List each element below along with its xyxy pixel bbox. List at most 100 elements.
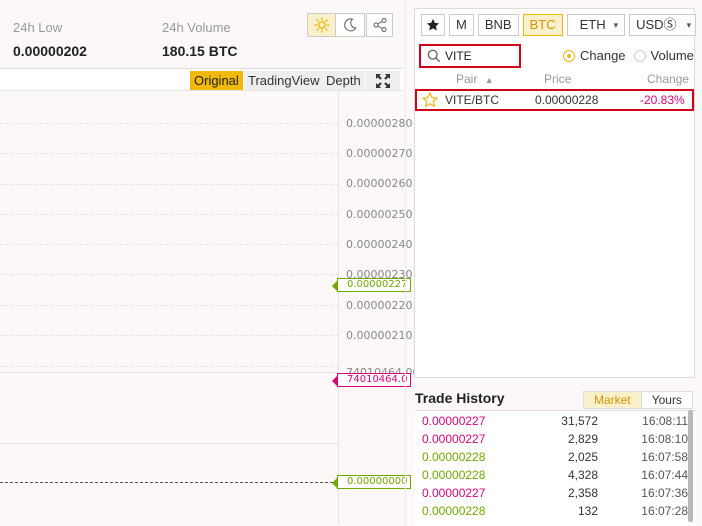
market-row[interactable]: VITE/BTC 0.00000228 -20.83% [415, 89, 694, 111]
trade-amount: 31,572 [561, 414, 598, 428]
trade-time: 16:08:11 [642, 414, 688, 428]
pane-separator [0, 372, 338, 373]
trade-history-tabs: Market Yours [583, 391, 693, 409]
pair-search[interactable] [419, 44, 521, 68]
radio-volume[interactable] [633, 49, 646, 62]
gridline [0, 274, 338, 275]
trade-price: 0.00000228 [422, 504, 486, 518]
trade-price: 0.00000227 [422, 486, 486, 500]
volume-tag: 74010464.0 [331, 373, 412, 387]
table-row[interactable]: 0.00000228 2,025 16:07:58 [415, 447, 696, 465]
gridline [0, 305, 338, 306]
tab-original[interactable]: Original [190, 71, 243, 90]
tab-favorites[interactable] [421, 14, 445, 36]
stat-24h-volume: 24h Volume 180.15 BTC [162, 20, 237, 59]
indicator-tag: 0.00000000 [331, 475, 412, 489]
tab-market-trades[interactable]: Market [583, 391, 642, 409]
stat-24h-low-value: 0.00000202 [13, 43, 87, 59]
tab-depth[interactable]: Depth [322, 71, 365, 90]
trade-amount: 4,328 [567, 468, 598, 482]
stat-24h-volume-label: 24h Volume [162, 20, 231, 35]
gridline [0, 214, 338, 215]
dark-theme-button[interactable] [336, 13, 365, 37]
table-row[interactable]: 0.00000228 132 16:07:28 [415, 501, 696, 519]
table-row[interactable]: 0.00000227 2,829 16:08:10 [415, 429, 696, 447]
radio-change[interactable] [563, 49, 575, 62]
tab-eth-label: ETH [579, 17, 606, 32]
tab-margin[interactable]: M [449, 14, 474, 36]
market-panel: M BNB BTC ETH ▾ USDⓈ ▾ Change Volume [414, 8, 697, 378]
stat-24h-volume-value: 180.15 BTC [162, 43, 238, 59]
tab-usd-label: USDⓈ [636, 17, 677, 32]
trade-amount: 2,025 [567, 450, 598, 464]
y-axis-label: 0.00000250 [346, 208, 413, 221]
table-row[interactable]: 0.00000227 2,358 16:07:36 [415, 483, 696, 501]
sun-icon [313, 17, 330, 33]
indicator-line [0, 482, 338, 483]
market-table-header: Pair ▲ Price Change [415, 72, 694, 88]
search-input[interactable] [445, 49, 507, 63]
gridline [0, 184, 338, 185]
trade-amount: 2,358 [567, 486, 598, 500]
y-axis-label: 0.00000280 [346, 117, 413, 130]
fullscreen-button[interactable] [366, 71, 400, 90]
gridline [0, 244, 338, 245]
trade-history-list[interactable]: 0.00000227 31,572 16:08:11 0.00000227 2,829 1… [415, 410, 696, 526]
gridline [0, 123, 338, 124]
trade-history-scrollbar[interactable] [688, 410, 693, 522]
stat-24h-low-label: 24h Low [13, 20, 63, 35]
y-axis-label: 0.00000210 [346, 329, 413, 342]
share-button[interactable] [366, 13, 393, 37]
market-row-pair: VITE/BTC [445, 93, 500, 107]
trade-time: 16:07:28 [641, 504, 688, 518]
radio-change-label: Change [580, 48, 626, 63]
market-tabs: M BNB BTC ETH ▾ USDⓈ ▾ [421, 14, 700, 36]
expand-icon [376, 73, 390, 88]
light-theme-button[interactable] [307, 13, 336, 37]
trade-amount: 132 [577, 504, 598, 518]
chart-toolbar: Original TradingView Depth [0, 68, 403, 91]
axis-divider [338, 92, 339, 524]
star-filled-icon [426, 18, 440, 31]
market-row-price: 0.00000228 [535, 93, 599, 107]
trade-amount: 2,829 [567, 432, 598, 446]
trade-time: 16:07:36 [641, 486, 688, 500]
favorite-star-icon[interactable] [421, 91, 439, 111]
pane-separator [0, 443, 338, 444]
stat-24h-low: 24h Low 0.00000202 [13, 20, 87, 59]
tab-btc[interactable]: BTC [522, 14, 563, 36]
tab-tradingview[interactable]: TradingView [244, 71, 324, 90]
exchange-page: 24h Low 0.00000202 24h Volume 180.15 BTC [0, 0, 702, 526]
y-axis-label: 0.00000240 [346, 238, 413, 251]
table-row[interactable]: 0.00000228 4,328 16:07:44 [415, 465, 696, 483]
moon-icon [344, 18, 357, 32]
col-pair[interactable]: Pair ▲ [456, 72, 494, 86]
y-axis-label: 0.00000220 [346, 299, 413, 312]
chevron-down-icon: ▾ [613, 20, 619, 30]
trade-price: 0.00000228 [422, 450, 486, 464]
trade-time: 16:07:58 [641, 450, 688, 464]
col-price[interactable]: Price [544, 72, 571, 86]
y-axis-label: 0.00000260 [346, 177, 413, 190]
search-icon [427, 49, 441, 63]
gridline [0, 366, 338, 367]
y-axis-label: 0.00000270 [346, 147, 413, 160]
share-icon [372, 17, 387, 33]
table-row[interactable]: 0.00000227 31,572 16:08:11 [415, 411, 696, 429]
last-price-tag: 0.00000227 [331, 278, 412, 292]
trade-price: 0.00000228 [422, 468, 486, 482]
trade-time: 16:08:10 [641, 432, 688, 446]
tab-bnb[interactable]: BNB [477, 14, 519, 36]
gridline [0, 335, 338, 336]
trade-price: 0.00000227 [422, 414, 486, 428]
column-divider [405, 0, 406, 526]
chevron-down-icon: ▾ [686, 20, 692, 30]
market-row-change: -20.83% [640, 93, 685, 107]
col-pair-label: Pair [456, 72, 478, 86]
col-change[interactable]: Change [647, 72, 689, 86]
tab-my-trades[interactable]: Yours [641, 391, 693, 409]
gridline [0, 153, 338, 154]
tab-usd[interactable]: USDⓈ ▾ [629, 14, 697, 36]
trade-history-title: Trade History [415, 390, 505, 406]
tab-eth[interactable]: ETH ▾ [566, 14, 626, 36]
